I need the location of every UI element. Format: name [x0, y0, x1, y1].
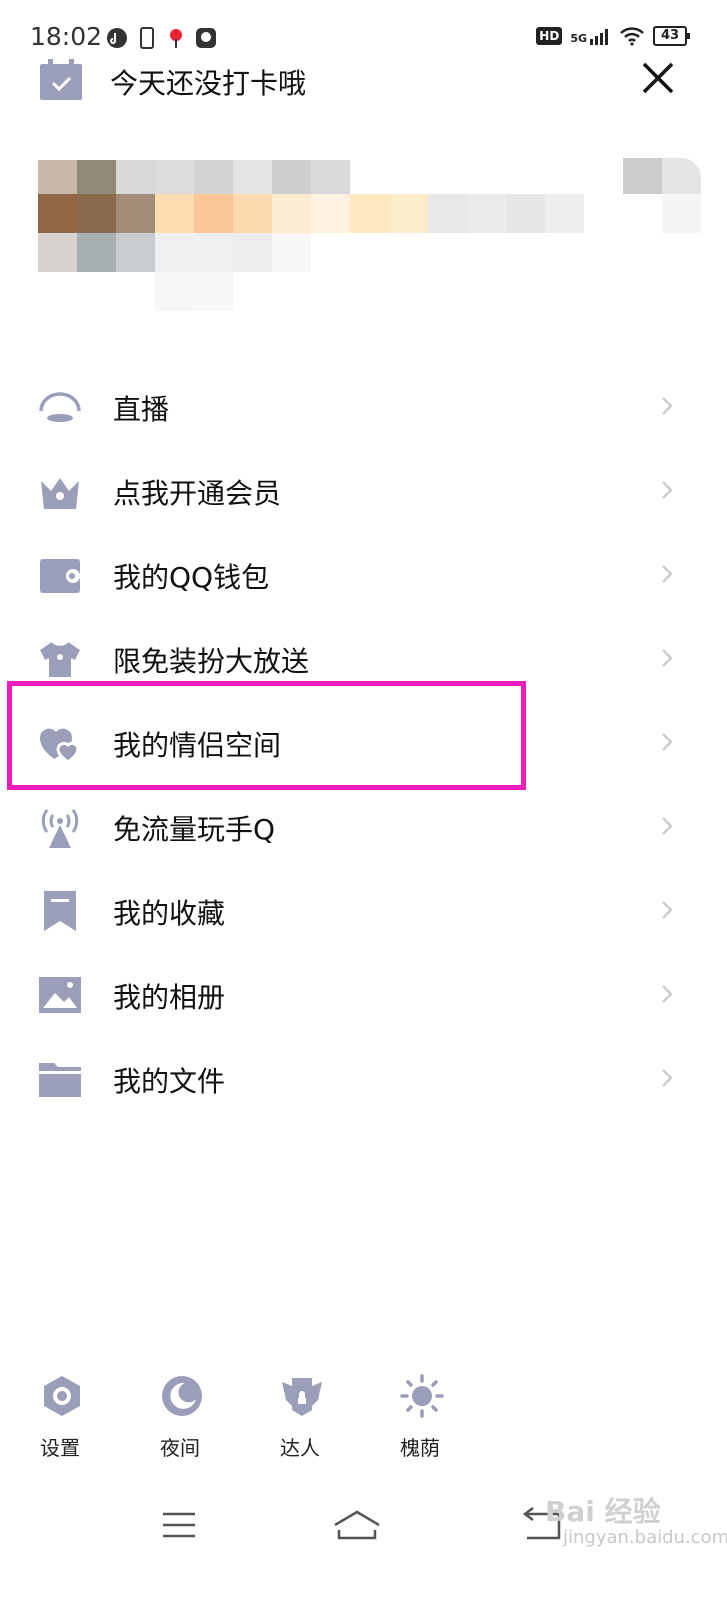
chevron-right-icon: [662, 565, 673, 583]
broadcast-tower-icon: [41, 809, 79, 848]
menu-item-label: 限免装扮大放送: [113, 645, 310, 678]
menu-item-free-data[interactable]: 免流量玩手Q: [0, 784, 727, 868]
highlight-box: [7, 681, 526, 790]
network-label: 5G: [570, 32, 587, 45]
chat-notification-icon: [196, 28, 216, 48]
menu-item-label: 点我开通会员: [113, 477, 282, 510]
checkin-calendar-icon[interactable]: [38, 58, 84, 102]
profile-mosaic[interactable]: [38, 155, 701, 311]
chevron-right-icon: [662, 649, 673, 667]
music-notification-icon: [107, 28, 127, 48]
toolbar-label: 设置: [40, 1436, 80, 1460]
menu-item-label: 我的收藏: [113, 897, 226, 930]
menu-item-files[interactable]: 我的文件: [0, 1036, 727, 1120]
toolbar-expert[interactable]: 达人: [260, 1372, 340, 1462]
watermark-url: jingyan.baidu.com: [563, 1527, 727, 1548]
toolbar-label: 夜间: [160, 1436, 200, 1460]
toolbar-theme[interactable]: 槐荫: [380, 1372, 460, 1462]
toolbar-label: 达人: [280, 1436, 320, 1460]
live-icon: [39, 392, 81, 422]
toolbar-label: 槐荫: [400, 1436, 440, 1460]
menu-item-live[interactable]: 直播: [0, 364, 727, 448]
toolbar-night-mode[interactable]: 夜间: [140, 1372, 220, 1462]
menu-item-album[interactable]: 我的相册: [0, 952, 727, 1036]
photo-icon: [39, 977, 81, 1013]
sun-icon: [400, 1374, 444, 1418]
close-icon[interactable]: [638, 58, 678, 98]
tshirt-icon: [40, 642, 80, 677]
menu-item-label: 我的QQ钱包: [113, 561, 270, 594]
phone-notification-icon: [140, 27, 154, 49]
toolbar-settings[interactable]: 设置: [20, 1372, 100, 1462]
chevron-right-icon: [662, 397, 673, 415]
watermark: Bai 经验: [545, 1495, 661, 1528]
menu-item-label: 直播: [113, 393, 170, 426]
menu-nav-icon[interactable]: [143, 1500, 213, 1550]
hd-badge: HD: [536, 27, 563, 45]
battery-indicator: 43: [653, 26, 690, 46]
chevron-right-icon: [662, 901, 673, 919]
chevron-right-icon: [662, 1069, 673, 1087]
wallet-icon: [40, 559, 80, 593]
chevron-right-icon: [662, 481, 673, 499]
chevron-right-icon: [662, 985, 673, 1003]
checkin-prompt[interactable]: 今天还没打卡哦: [110, 62, 306, 102]
menu-item-label: 免流量玩手Q: [113, 813, 276, 846]
chevron-right-icon: [662, 733, 673, 751]
settings-hexagon-icon: [44, 1376, 80, 1416]
location-notification-icon: [170, 29, 182, 48]
menu-item-label: 我的文件: [113, 1065, 226, 1098]
status-right: HD 5G 43: [536, 26, 690, 46]
menu-item-favorites[interactable]: 我的收藏: [0, 868, 727, 952]
menu-item-label: 我的相册: [113, 981, 226, 1014]
status-time: 18:02: [30, 22, 103, 51]
home-nav-icon[interactable]: [322, 1500, 392, 1550]
folder-icon: [39, 1063, 81, 1097]
signal-icon: [590, 29, 608, 45]
winged-badge-icon: [282, 1378, 322, 1416]
menu-item-vip[interactable]: 点我开通会员: [0, 448, 727, 532]
chevron-right-icon: [662, 817, 673, 835]
bookmark-icon: [44, 891, 76, 931]
moon-icon: [162, 1376, 202, 1416]
vip-crown-icon: [41, 478, 79, 509]
wifi-icon: [620, 27, 644, 46]
menu-item-wallet[interactable]: 我的QQ钱包: [0, 532, 727, 616]
